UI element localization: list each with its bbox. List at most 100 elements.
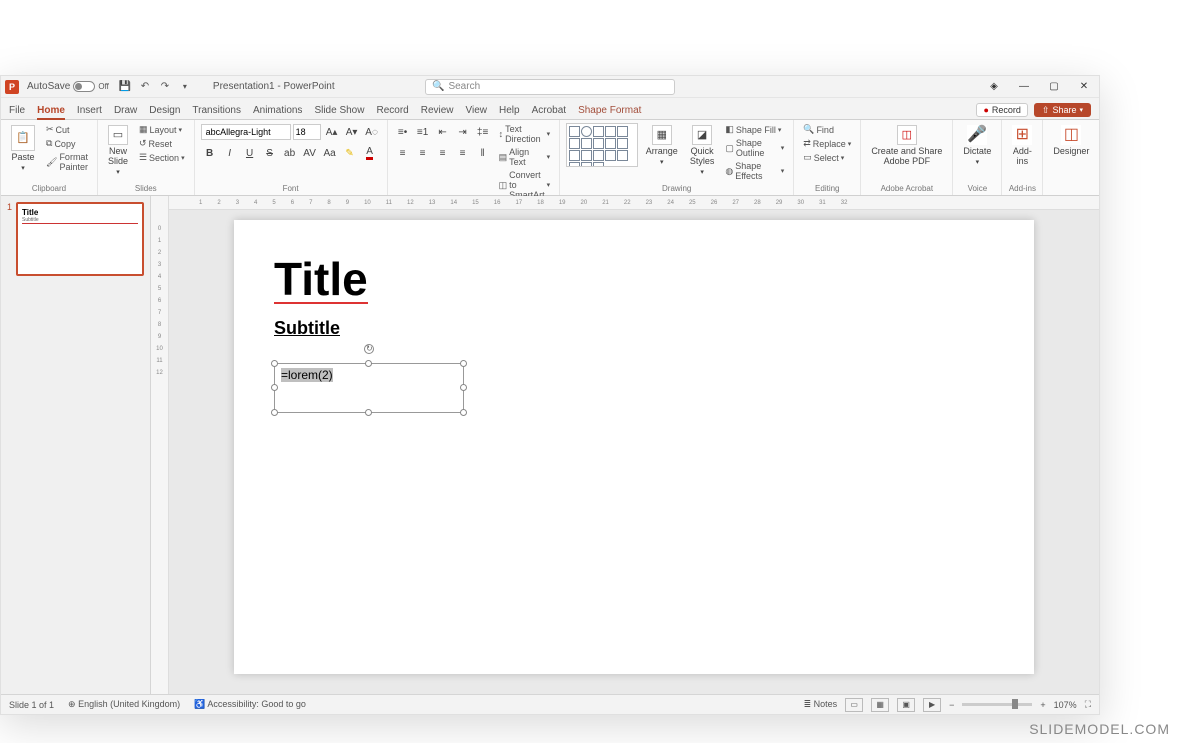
addins-button[interactable]: ⊞Add-ins bbox=[1008, 123, 1036, 169]
sorter-view-button[interactable]: ▦ bbox=[871, 698, 889, 712]
resize-handle[interactable] bbox=[460, 384, 467, 391]
adobe-pdf-button[interactable]: ◫Create and Share Adobe PDF bbox=[867, 123, 946, 169]
tab-review[interactable]: Review bbox=[421, 105, 454, 119]
accessibility-status[interactable]: ♿ Accessibility: Good to go bbox=[194, 699, 306, 710]
highlight-button[interactable]: ✎ bbox=[341, 144, 359, 162]
tab-design[interactable]: Design bbox=[149, 105, 180, 119]
notes-button[interactable]: ≣ Notes bbox=[804, 699, 838, 710]
numbering-button[interactable]: ≡1 bbox=[414, 123, 432, 141]
resize-handle[interactable] bbox=[365, 360, 372, 367]
zoom-level[interactable]: 107% bbox=[1054, 700, 1077, 710]
find-button[interactable]: 🔍Find bbox=[800, 123, 854, 136]
designer-button[interactable]: ◫Designer bbox=[1049, 123, 1093, 159]
increase-font-button[interactable]: A▴ bbox=[323, 123, 341, 141]
resize-handle[interactable] bbox=[271, 384, 278, 391]
zoom-out-button[interactable]: − bbox=[949, 700, 954, 710]
tab-view[interactable]: View bbox=[466, 105, 488, 119]
italic-button[interactable]: I bbox=[221, 144, 239, 162]
tab-shape-format[interactable]: Shape Format bbox=[578, 105, 641, 119]
search-input[interactable]: 🔍 Search bbox=[425, 79, 675, 95]
redo-icon[interactable]: ↷ bbox=[157, 79, 173, 95]
decrease-indent-button[interactable]: ⇤ bbox=[434, 123, 452, 141]
slideshow-view-button[interactable]: ▶ bbox=[923, 698, 941, 712]
shadow-button[interactable]: ab bbox=[281, 144, 299, 162]
tab-animations[interactable]: Animations bbox=[253, 105, 302, 119]
maximize-button[interactable]: ▢ bbox=[1039, 76, 1069, 98]
normal-view-button[interactable]: ▭ bbox=[845, 698, 863, 712]
font-name-input[interactable] bbox=[201, 124, 291, 140]
align-left-button[interactable]: ≡ bbox=[394, 144, 412, 162]
align-right-button[interactable]: ≡ bbox=[434, 144, 452, 162]
tab-acrobat[interactable]: Acrobat bbox=[532, 105, 566, 119]
shape-effects-button[interactable]: ◍Shape Effects▾ bbox=[722, 160, 787, 182]
select-button[interactable]: ▭Select▾ bbox=[800, 151, 854, 164]
resize-handle[interactable] bbox=[460, 409, 467, 416]
slide-panel[interactable]: 1 Title Subtitle bbox=[1, 196, 151, 694]
format-painter-button[interactable]: 🖌Format Painter bbox=[43, 151, 91, 173]
resize-handle[interactable] bbox=[271, 360, 278, 367]
dictate-button[interactable]: 🎤Dictate▾ bbox=[959, 123, 995, 169]
reset-button[interactable]: ↺Reset bbox=[136, 137, 188, 150]
paste-button[interactable]: 📋 Paste▾ bbox=[7, 123, 39, 175]
resize-handle[interactable] bbox=[460, 360, 467, 367]
arrange-button[interactable]: ▦Arrange▾ bbox=[642, 123, 682, 169]
strikethrough-button[interactable]: S bbox=[261, 144, 279, 162]
section-button[interactable]: ☰Section▾ bbox=[136, 151, 188, 164]
tab-transitions[interactable]: Transitions bbox=[192, 105, 241, 119]
slide-counter[interactable]: Slide 1 of 1 bbox=[9, 700, 54, 710]
zoom-slider[interactable] bbox=[962, 703, 1032, 706]
reading-view-button[interactable]: ▣ bbox=[897, 698, 915, 712]
justify-button[interactable]: ≡ bbox=[454, 144, 472, 162]
text-direction-button[interactable]: ↕Text Direction▾ bbox=[496, 123, 554, 145]
shapes-gallery[interactable] bbox=[566, 123, 638, 167]
selected-textbox[interactable]: =lorem(2) bbox=[274, 363, 464, 413]
copy-button[interactable]: ⧉Copy bbox=[43, 137, 91, 150]
slide-thumbnail[interactable]: Title Subtitle bbox=[16, 202, 144, 276]
textbox-content[interactable]: =lorem(2) bbox=[275, 364, 463, 387]
slide-title[interactable]: Title bbox=[274, 256, 368, 304]
font-color-button[interactable]: A bbox=[361, 144, 379, 162]
clear-formatting-button[interactable]: A◌ bbox=[363, 123, 381, 141]
underline-button[interactable]: U bbox=[241, 144, 259, 162]
close-button[interactable]: ✕ bbox=[1069, 76, 1099, 98]
ribbon-display-icon[interactable]: ◈ bbox=[979, 76, 1009, 98]
tab-help[interactable]: Help bbox=[499, 105, 520, 119]
change-case-button[interactable]: Aa bbox=[321, 144, 339, 162]
shape-fill-button[interactable]: ◧Shape Fill▾ bbox=[722, 123, 787, 136]
autosave-toggle[interactable] bbox=[73, 81, 95, 92]
minimize-button[interactable]: — bbox=[1009, 76, 1039, 98]
fit-to-window-button[interactable]: ⛶ bbox=[1085, 699, 1091, 710]
decrease-font-button[interactable]: A▾ bbox=[343, 123, 361, 141]
tab-record[interactable]: Record bbox=[376, 105, 408, 119]
slide-subtitle[interactable]: Subtitle bbox=[274, 318, 994, 339]
qat-dropdown-icon[interactable]: ▾ bbox=[177, 79, 193, 95]
shape-outline-button[interactable]: ▢Shape Outline▾ bbox=[722, 137, 787, 159]
tab-insert[interactable]: Insert bbox=[77, 105, 102, 119]
rotate-handle[interactable] bbox=[364, 344, 374, 354]
new-slide-button[interactable]: ▭ New Slide▾ bbox=[104, 123, 132, 178]
tab-file[interactable]: File bbox=[9, 105, 25, 119]
record-button[interactable]: ●Record bbox=[976, 103, 1027, 117]
language-status[interactable]: ⊕ English (United Kingdom) bbox=[68, 699, 180, 710]
align-center-button[interactable]: ≡ bbox=[414, 144, 432, 162]
quick-styles-button[interactable]: ◪Quick Styles▾ bbox=[686, 123, 719, 178]
tab-slideshow[interactable]: Slide Show bbox=[314, 105, 364, 119]
columns-button[interactable]: ‖ bbox=[474, 144, 492, 162]
increase-indent-button[interactable]: ⇥ bbox=[454, 123, 472, 141]
collapse-ribbon-button[interactable]: ⌄ bbox=[1099, 120, 1100, 195]
zoom-in-button[interactable]: + bbox=[1040, 700, 1045, 710]
bullets-button[interactable]: ≡• bbox=[394, 123, 412, 141]
line-spacing-button[interactable]: ‡≡ bbox=[474, 123, 492, 141]
tab-home[interactable]: Home bbox=[37, 105, 65, 119]
undo-icon[interactable]: ↶ bbox=[137, 79, 153, 95]
save-icon[interactable]: 💾 bbox=[117, 79, 133, 95]
char-spacing-button[interactable]: AV bbox=[301, 144, 319, 162]
align-text-button[interactable]: ▤Align Text▾ bbox=[496, 146, 554, 168]
slide-canvas[interactable]: Title Subtitle =lorem(2) bbox=[234, 220, 1034, 674]
resize-handle[interactable] bbox=[365, 409, 372, 416]
font-size-input[interactable] bbox=[293, 124, 321, 140]
tab-draw[interactable]: Draw bbox=[114, 105, 137, 119]
layout-button[interactable]: ▦Layout▾ bbox=[136, 123, 188, 136]
resize-handle[interactable] bbox=[271, 409, 278, 416]
replace-button[interactable]: ⇄Replace▾ bbox=[800, 137, 854, 150]
